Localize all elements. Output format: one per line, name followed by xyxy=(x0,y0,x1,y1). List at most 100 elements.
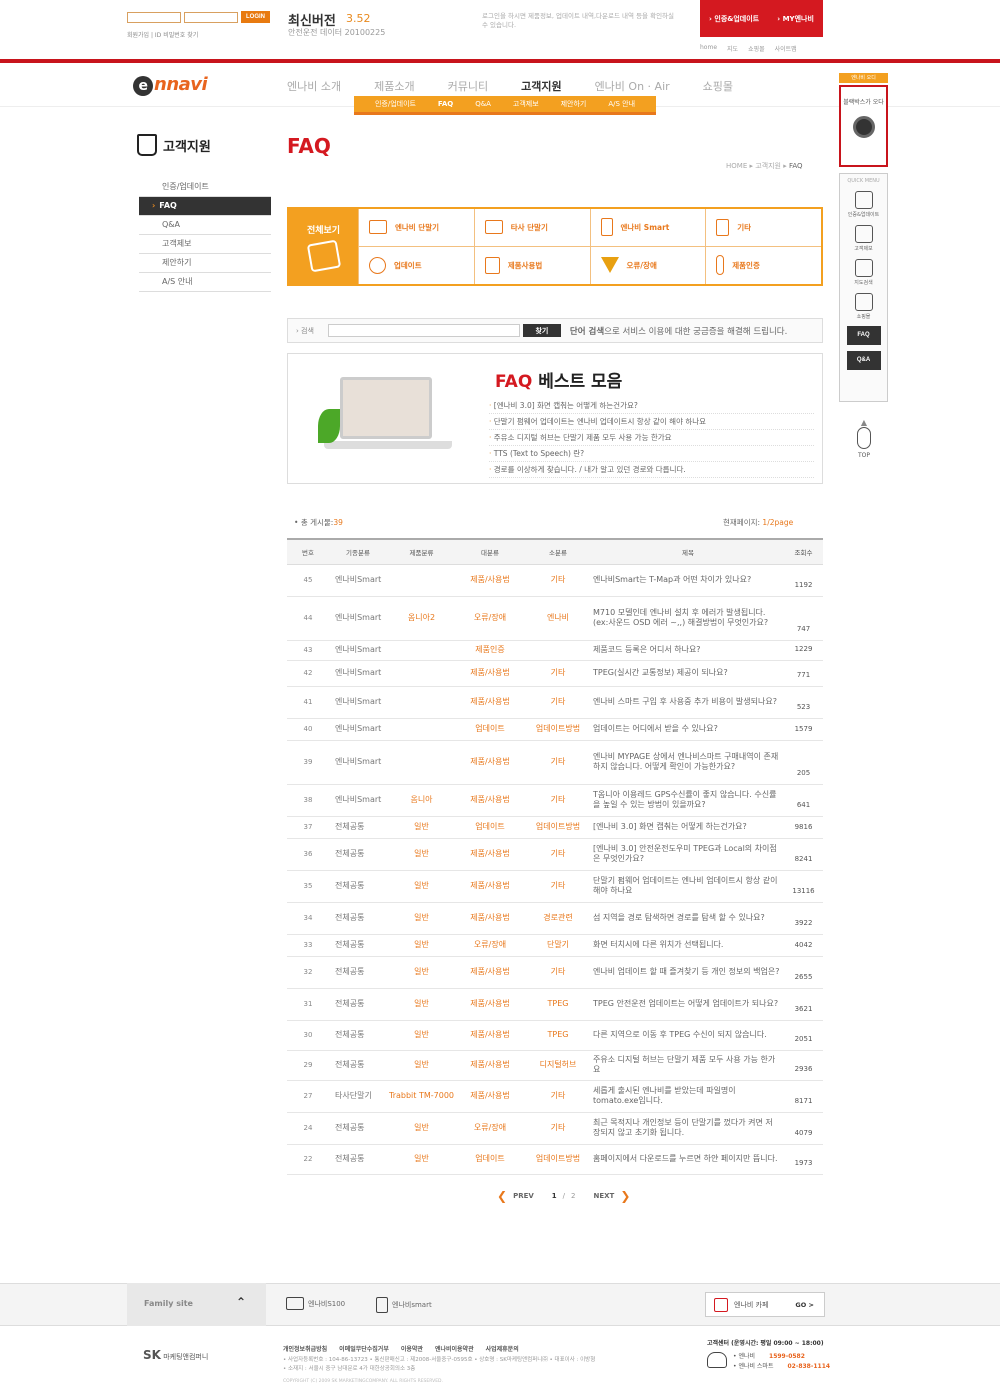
subnav-faq[interactable]: FAQ xyxy=(438,100,453,108)
row-title-link[interactable]: 제품코드 등록은 어디서 하나요? xyxy=(592,640,784,661)
nav-item-support[interactable]: 고객지원 xyxy=(521,78,561,94)
util-map-link[interactable]: 지도 xyxy=(727,44,738,53)
footer-link-partnership[interactable]: 사업제휴문의 xyxy=(486,1344,519,1353)
row-title-link[interactable]: 단말기 펌웨어 업데이트는 엔나비 업데이트시 항상 같이 해야 하나요 xyxy=(592,870,784,903)
category-ennavi-device[interactable]: 엔나비 단말기 xyxy=(358,209,474,247)
blackbox-ad-banner[interactable]: 블랙박스가 오다 xyxy=(839,85,888,167)
faq-best-item[interactable]: [엔나비 3.0] 화면 캡춰는 어떻게 하는건가요? xyxy=(489,398,814,414)
subnav-as-info[interactable]: A/S 안내 xyxy=(608,99,635,109)
next-arrow-icon[interactable]: ❯ xyxy=(620,1189,630,1203)
nav-item-onair[interactable]: 엔나비 On · Air xyxy=(595,78,670,94)
cafe-go-button[interactable]: GO > xyxy=(795,1301,814,1309)
quick-auth-update[interactable]: 인증&업데이트 xyxy=(840,191,887,218)
row-title-link[interactable]: [엔나비 3.0] 안전운전도우미 TPEG과 Local의 차이점은 무엇인가… xyxy=(592,838,784,871)
row-title-link[interactable]: TPEG 안전운전 업데이트는 어떻게 업데이트가 되나요? xyxy=(592,988,784,1021)
util-shop-link[interactable]: 쇼핑몰 xyxy=(748,44,765,53)
footer-link-ennavi-terms[interactable]: 엔나비이용약관 xyxy=(435,1344,474,1353)
login-button[interactable]: LOGIN xyxy=(241,11,270,23)
my-ennavi-link[interactable]: › MY엔나비 xyxy=(777,14,814,24)
row-title-link[interactable]: 엔나비 MYPAGE 상에서 엔나비스마트 구매내역이 존재하지 않습니다. 어… xyxy=(592,740,784,785)
category-usage[interactable]: 제품사용법 xyxy=(473,246,590,284)
nav-item-products[interactable]: 제품소개 xyxy=(374,78,414,94)
category-etc[interactable]: 기타 xyxy=(705,209,821,247)
col-hits: 조회수 xyxy=(784,538,823,565)
scroll-top-button[interactable]: ▲ TOP xyxy=(855,418,873,459)
category-error[interactable]: 오류/장애 xyxy=(589,246,706,284)
row-model: 엔나비Smart xyxy=(329,718,387,741)
row-title-link[interactable]: [엔나비 3.0] 화면 캡춰는 어떻게 하는건가요? xyxy=(592,816,784,839)
row-hits: 205 xyxy=(784,740,823,785)
family-link-smart[interactable]: 엔나비smart xyxy=(376,1297,432,1313)
row-title-link[interactable]: 엔나비 업데이트 할 때 즐겨찾기 등 개인 정보의 백업은? xyxy=(592,956,784,989)
category-update[interactable]: 업데이트 xyxy=(358,246,474,284)
row-minor-category: TPEG xyxy=(524,988,592,1021)
prev-button[interactable]: PREV xyxy=(513,1192,534,1200)
nav-item-shop[interactable]: 쇼핑몰 xyxy=(703,78,733,94)
search-input[interactable] xyxy=(327,324,520,337)
nav-item-about[interactable]: 엔나비 소개 xyxy=(287,78,341,94)
subnav-qna[interactable]: Q&A xyxy=(475,100,491,108)
nav-item-community[interactable]: 커뮤니티 xyxy=(448,78,488,94)
row-title-link[interactable]: 엔나비 스마트 구입 후 사용중 추가 비용이 발생되나요? xyxy=(592,686,784,719)
subnav-suggest[interactable]: 제안하기 xyxy=(561,99,587,109)
row-title-link[interactable]: 섬 지역을 경로 탐색하면 경로를 탐색 할 수 있나요? xyxy=(592,902,784,935)
breadcrumb-support[interactable]: 고객지원 xyxy=(755,162,781,170)
table-row: 22 전체공통 일반 업데이트 업데이트방법 홈페이지에서 다운로드를 누르면 하얀 페이… xyxy=(287,1144,823,1175)
sidebar-item-report[interactable]: 고객제보 xyxy=(139,235,271,254)
category-certification[interactable]: 제품인증 xyxy=(705,246,821,284)
next-button[interactable]: NEXT xyxy=(594,1192,615,1200)
sidebar-item-as-info[interactable]: A/S 안내 xyxy=(139,273,271,292)
breadcrumb: HOME ▸ 고객지원 ▸ FAQ xyxy=(726,162,803,170)
category-other-device[interactable]: 타사 단말기 xyxy=(473,209,590,247)
quick-faq-button[interactable]: FAQ xyxy=(846,326,881,345)
row-title-link[interactable]: M710 모델인데 엔나비 설치 후 에러가 발생됩니다.(ex:사운드 OSD… xyxy=(592,596,784,641)
row-title-link[interactable]: 다른 지역으로 이동 후 TPEG 수신이 되지 않습니다. xyxy=(592,1020,784,1051)
sidebar-item-faq[interactable]: FAQ xyxy=(139,197,271,216)
copyright: COPYRIGHT (C) 2009 SK MARKETINGCOMPANY. … xyxy=(283,1379,443,1384)
prev-arrow-icon[interactable]: ❮ xyxy=(497,1189,507,1203)
family-site-toggle[interactable]: Family site ⌃ xyxy=(127,1283,266,1326)
ennavi-cafe-link[interactable]: 엔나비 카페 GO > xyxy=(705,1292,825,1317)
breadcrumb-home[interactable]: HOME xyxy=(726,162,747,170)
faq-best-item[interactable]: TTS (Text to Speech) 란? xyxy=(489,446,814,462)
page-1[interactable]: 1 xyxy=(552,1192,557,1200)
quick-qna-button[interactable]: Q&A xyxy=(846,351,881,370)
row-title-link[interactable]: 주유소 디지털 허브는 단말기 제품 모두 사용 가능 한가요 xyxy=(592,1050,784,1081)
document-icon xyxy=(716,218,730,236)
sidebar-item-suggest[interactable]: 제안하기 xyxy=(139,254,271,273)
quick-report[interactable]: 고객제보 xyxy=(840,225,887,252)
faq-best-item[interactable]: 단말기 펌웨어 업데이트는 엔나비 업데이트시 항상 같이 해야 하나요 xyxy=(489,414,814,430)
search-button[interactable]: 찾기 xyxy=(522,324,561,337)
footer-link-privacy[interactable]: 개인정보취급방침 xyxy=(283,1344,327,1353)
auth-update-link[interactable]: › 인증&업데이트 xyxy=(709,14,759,24)
row-title-link[interactable]: 홈페이지에서 다운로드를 누르면 하얀 페이지만 뜹니다. xyxy=(592,1144,784,1175)
category-ennavi-smart[interactable]: 엔나비 Smart xyxy=(589,209,706,247)
ennavi-logo[interactable]: e nnavi xyxy=(133,74,208,96)
util-home-link[interactable]: home xyxy=(700,44,717,53)
row-title-link[interactable]: TPEG(실시간 교통정보) 제공이 되나요? xyxy=(592,660,784,687)
footer-link-terms[interactable]: 이용약관 xyxy=(401,1344,423,1353)
category-all-button[interactable]: 전체보기 xyxy=(289,209,358,284)
row-title-link[interactable]: 최근 목적지나 개인정보 등이 단말기를 껐다가 켜면 저장되지 않고 초기화 … xyxy=(592,1112,784,1145)
footer-link-email[interactable]: 이메일무단수집거부 xyxy=(339,1344,389,1353)
row-title-link[interactable]: 업데이트는 어디에서 받을 수 있나요? xyxy=(592,718,784,741)
row-title-link[interactable]: 엔나비Smart는 T-Map과 어떤 차이가 있나요? xyxy=(592,564,784,597)
sidebar-item-qna[interactable]: Q&A xyxy=(139,216,271,235)
row-title-link[interactable]: 세롭게 출시된 엔나비를 받았는데 파일명이 tomato.exe입니다. xyxy=(592,1080,784,1113)
quick-map-search[interactable]: 지도검색 xyxy=(840,259,887,286)
row-title-link[interactable]: 화면 터치시에 다른 위치가 선택됩니다. xyxy=(592,934,784,957)
footer-links: 개인정보취급방침 이메일무단수집거부 이용약관 엔나비이용약관 사업제휴문의 xyxy=(283,1344,519,1353)
login-id-input[interactable] xyxy=(127,12,181,23)
page-2[interactable]: 2 xyxy=(571,1192,575,1200)
family-link-s100[interactable]: 엔나비S100 xyxy=(286,1297,345,1310)
util-sitemap-link[interactable]: 사이트맵 xyxy=(775,44,797,53)
row-title-link[interactable]: T옴니아 이용레드 GPS수신률이 좋지 않습니다. 수신률을 높일 수 있는 … xyxy=(592,784,784,817)
quick-shop[interactable]: 쇼핑몰 xyxy=(840,293,887,320)
member-links[interactable]: 회원가입 | ID 비밀번호 찾기 xyxy=(127,30,198,39)
sidebar-item-auth-update[interactable]: 인증/업데이트 xyxy=(139,178,271,197)
faq-best-item[interactable]: 경로를 이상하게 찾습니다. / 내가 알고 있던 경로와 다릅니다. xyxy=(489,462,814,478)
subnav-report[interactable]: 고객제보 xyxy=(513,99,539,109)
subnav-auth-update[interactable]: 인증/업데이트 xyxy=(375,99,416,109)
login-password-input[interactable] xyxy=(184,12,238,23)
faq-best-item[interactable]: 주유소 디지털 허브는 단말기 제품 모두 사용 가능 한가요 xyxy=(489,430,814,446)
